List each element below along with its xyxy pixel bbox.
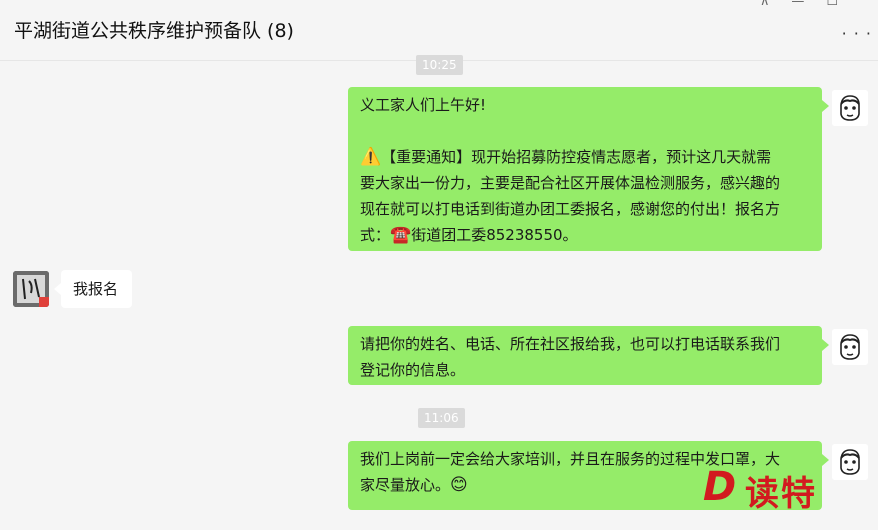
avatar-me[interactable] <box>832 329 868 365</box>
message-text: 我报名 <box>73 280 119 298</box>
message-bubble[interactable]: 义工家人们上午好! ⚠️【重要通知】现开始招募防控疫情志愿者，预计这几天就需 要… <box>348 87 829 251</box>
avatar-me[interactable] <box>832 444 868 480</box>
message-bubble[interactable]: 我报名 <box>54 270 132 308</box>
watermark-text: 读特 <box>745 474 817 514</box>
more-icon[interactable]: · · · <box>842 24 872 43</box>
telephone-icon: ☎️ <box>390 225 412 245</box>
message-text: 街道团工委85238550。 <box>411 226 578 244</box>
pin-icon[interactable]: ⊼ <box>760 0 792 9</box>
watermark-logo: D 读特 <box>703 462 833 514</box>
window-controls: ⊼—☐ <box>760 0 860 9</box>
window-icon[interactable]: ☐ <box>826 0 860 9</box>
message-text: 请把你的姓名、电话、所在社区报给我，也可以打电话联系我们 <box>360 335 781 353</box>
warning-icon: ⚠️ <box>360 147 382 167</box>
cartoon-face-icon <box>832 90 868 126</box>
timestamp: 11:06 <box>418 408 465 428</box>
message-text: 现在就可以打电话到街道办团工委报名，感谢您的付出！报名方 <box>360 200 781 218</box>
chat-header: 平湖街道公共秩序维护预备队 (8) ⊼—☐ · · · <box>0 0 878 61</box>
message-text: 【重要通知】现开始招募防控疫情志愿者，预计这几天就需 <box>381 148 772 166</box>
avatar-member[interactable] <box>13 271 49 307</box>
timestamp: 10:25 <box>416 55 463 75</box>
chat-title: 平湖街道公共秩序维护预备队 (8) <box>14 20 294 42</box>
message-text: 家尽量放心。 <box>360 476 451 494</box>
message-text: 式： <box>360 226 391 244</box>
minimize-icon[interactable]: — <box>791 0 826 9</box>
watermark-letter: D <box>703 464 737 510</box>
smile-emoji-icon: 😊 <box>450 475 468 495</box>
message-text: 义工家人们上午好! <box>360 96 487 114</box>
cartoon-face-icon <box>832 444 868 480</box>
message-bubble[interactable]: 请把你的姓名、电话、所在社区报给我，也可以打电话联系我们 登记你的信息。 <box>348 326 829 385</box>
cartoon-face-icon <box>832 329 868 365</box>
avatar-me[interactable] <box>832 90 868 126</box>
calligraphy-avatar-icon <box>13 271 49 307</box>
message-text: 登记你的信息。 <box>360 361 466 379</box>
message-text: 要大家出一份力，主要是配合社区开展体温检测服务，感兴趣的 <box>360 174 781 192</box>
